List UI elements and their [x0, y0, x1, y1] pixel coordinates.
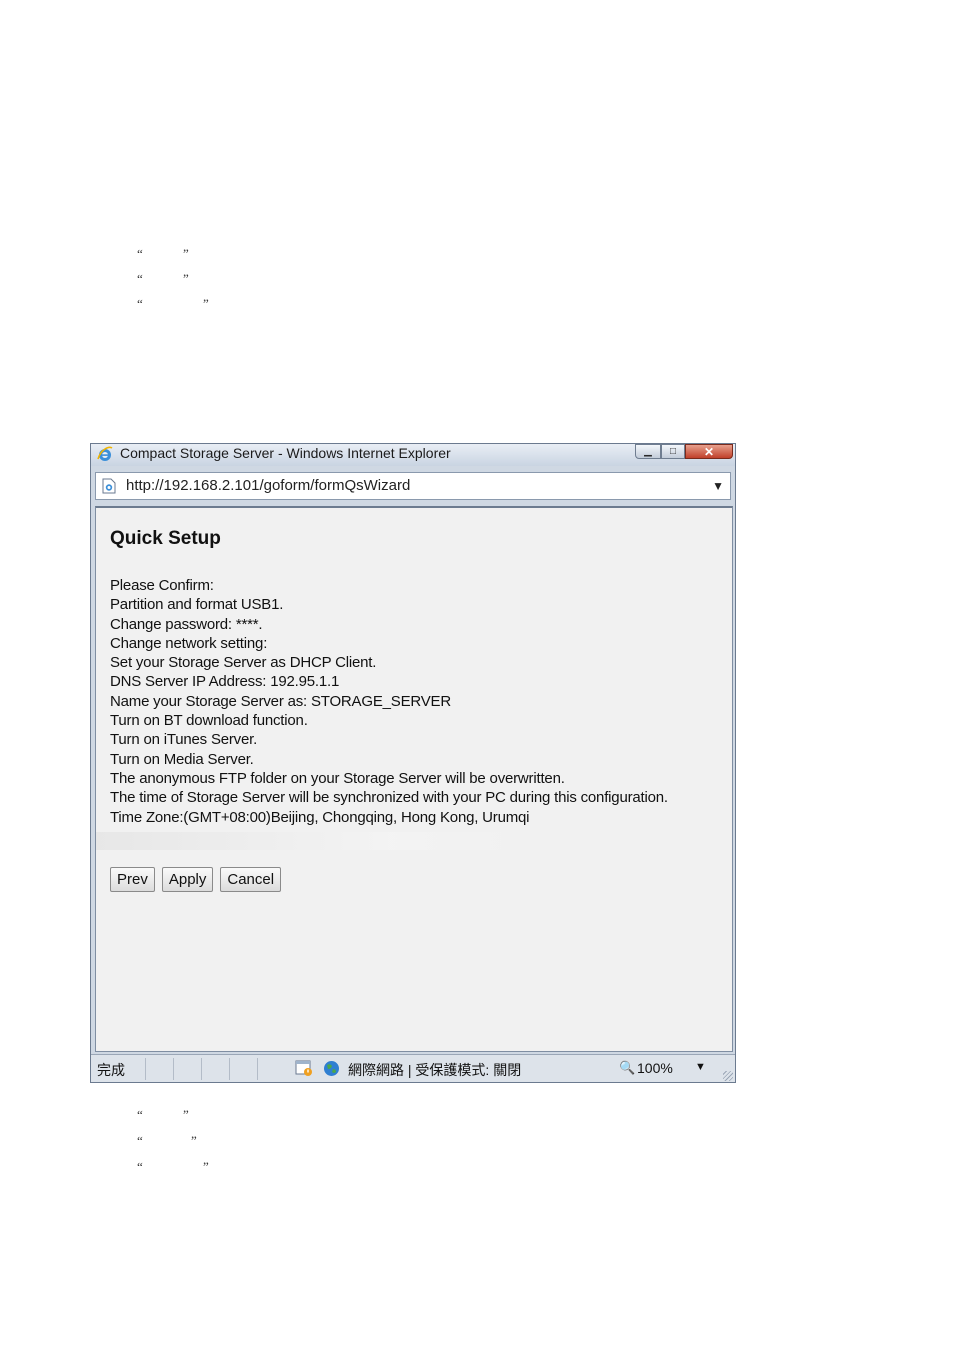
status-bar: 完成 網際網路 | 受保護模式: 關閉 🔍 100% ▼ [91, 1054, 735, 1082]
security-zone-text[interactable]: 網際網路 | 受保護模式: 關閉 [348, 1060, 521, 1080]
close-quote: ” [183, 246, 189, 261]
close-quote: ” [203, 1159, 209, 1174]
list-item: The time of Storage Server will be synch… [110, 789, 668, 807]
url-text[interactable]: http://192.168.2.101/goform/formQsWizard [126, 477, 410, 494]
open-quote: “ [137, 296, 143, 311]
zoom-level[interactable]: 100% [637, 1060, 673, 1076]
list-item: Turn on Media Server. [110, 750, 254, 768]
address-bar[interactable]: http://192.168.2.101/goform/formQsWizard… [95, 472, 731, 500]
maximize-button[interactable]: □ [661, 444, 685, 459]
window-controls: ▁ □ ✕ [635, 444, 733, 459]
close-quote: ” [191, 1133, 197, 1148]
ie-page-icon [102, 478, 116, 494]
list-item: Set your Storage Server as DHCP Client. [110, 654, 377, 672]
chevron-down-icon[interactable]: ▼ [712, 479, 724, 493]
close-button[interactable]: ✕ [685, 444, 733, 459]
close-quote: ” [183, 271, 189, 286]
list-item: Turn on BT download function. [110, 712, 308, 730]
status-divider [201, 1058, 202, 1080]
minimize-button[interactable]: ▁ [635, 444, 661, 459]
status-text: 完成 [97, 1062, 125, 1078]
list-item: Change password: ****. [110, 615, 263, 633]
window-title: Compact Storage Server - Windows Interne… [120, 445, 451, 461]
page-title: Quick Setup [110, 528, 221, 549]
button-row: Prev Apply Cancel [110, 867, 282, 892]
globe-icon [324, 1061, 339, 1076]
open-quote: “ [137, 246, 143, 261]
status-divider [229, 1058, 230, 1080]
list-item: Partition and format USB1. [110, 596, 284, 614]
close-quote: ” [203, 296, 209, 311]
cancel-button[interactable]: Cancel [220, 867, 282, 892]
apply-button[interactable]: Apply [161, 867, 214, 892]
chevron-down-icon[interactable]: ▼ [695, 1061, 706, 1073]
open-quote: “ [137, 1133, 143, 1148]
browser-window: Compact Storage Server - Windows Interne… [90, 443, 736, 1083]
magnifier-icon[interactable]: 🔍 [619, 1060, 635, 1076]
blurred-text-area [96, 832, 516, 850]
page-content: Quick Setup Please Confirm: Partition an… [95, 506, 733, 1052]
open-quote: “ [137, 1107, 143, 1122]
ie-logo-icon [97, 446, 113, 461]
resize-grip[interactable] [723, 1071, 733, 1081]
open-quote: “ [137, 271, 143, 286]
status-divider [257, 1058, 258, 1080]
close-quote: ” [183, 1107, 189, 1122]
status-divider [173, 1058, 174, 1080]
list-item: Time Zone:(GMT+08:00)Beijing, Chongqing,… [110, 808, 530, 826]
prev-button[interactable]: Prev [110, 867, 155, 892]
list-item: Turn on iTunes Server. [110, 731, 258, 749]
status-divider [145, 1058, 146, 1080]
list-item: The anonymous FTP folder on your Storage… [110, 769, 565, 787]
list-item: Name your Storage Server as: STORAGE_SER… [110, 692, 451, 710]
list-item: DNS Server IP Address: 192.95.1.1 [110, 673, 340, 691]
confirm-list: Please Confirm: Partition and format USB… [110, 576, 668, 827]
open-quote: “ [137, 1159, 143, 1174]
list-item: Please Confirm: [110, 577, 214, 594]
protected-mode-icon[interactable] [295, 1059, 313, 1077]
list-item: Change network setting: [110, 634, 268, 652]
title-bar[interactable]: Compact Storage Server - Windows Interne… [91, 444, 735, 466]
